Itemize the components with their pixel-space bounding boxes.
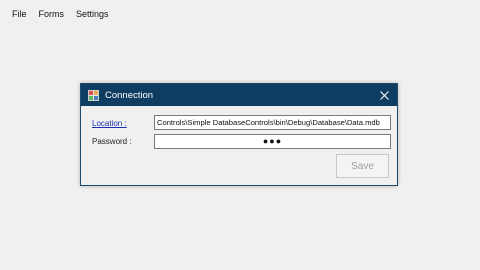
- dialog-titlebar[interactable]: Connection: [81, 84, 397, 106]
- location-field[interactable]: Controls\Simple DatabaseControls\bin\Deb…: [154, 115, 391, 130]
- save-button[interactable]: Save: [336, 154, 389, 178]
- menu-file[interactable]: File: [6, 0, 33, 28]
- close-button[interactable]: [373, 84, 395, 106]
- main-window: File Forms Settings Connection Location …: [0, 0, 480, 270]
- connection-dialog: Connection Location : Controls\Simple Da…: [80, 83, 398, 186]
- menu-forms[interactable]: Forms: [33, 0, 71, 28]
- menu-settings[interactable]: Settings: [70, 0, 115, 28]
- password-label: Password :: [92, 137, 132, 146]
- app-grid-icon: [88, 89, 99, 101]
- password-field[interactable]: ●●●: [154, 134, 391, 149]
- dialog-title: Connection: [105, 89, 154, 101]
- location-link[interactable]: Location :: [92, 119, 127, 128]
- menu-bar: File Forms Settings: [0, 0, 480, 28]
- close-icon: [379, 90, 389, 100]
